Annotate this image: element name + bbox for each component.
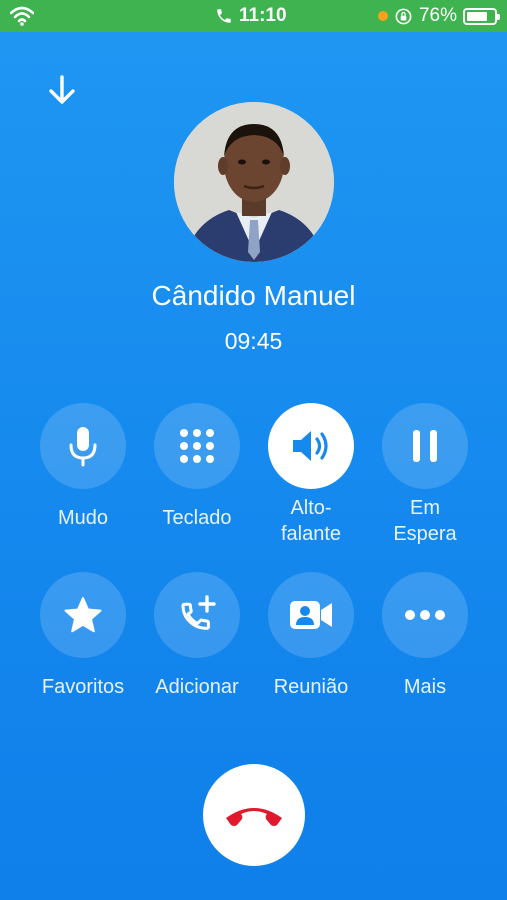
meeting-button-circle[interactable]	[268, 572, 354, 658]
keypad-button-circle[interactable]	[154, 403, 240, 489]
phone-icon	[217, 9, 231, 23]
add-call-icon	[181, 595, 216, 630]
end-call-button[interactable]	[203, 764, 305, 866]
keypad-label: Teclado	[162, 507, 232, 529]
speaker-button-circle[interactable]	[268, 403, 354, 489]
battery-icon	[463, 7, 500, 25]
speaker-icon	[293, 431, 328, 461]
caller-name: Cândido Manuel	[151, 280, 356, 311]
add-call-label: Adicionar	[155, 676, 239, 698]
status-center: 11:10	[215, 0, 287, 32]
battery-fill	[467, 11, 487, 21]
speaker-label: Alto- falante	[280, 497, 342, 545]
call-duration: 09:45	[224, 328, 283, 354]
video-meeting-icon	[290, 601, 332, 629]
meeting-button[interactable]: Reunião	[256, 572, 366, 700]
add-call-button[interactable]: Adicionar	[142, 572, 252, 700]
more-button-circle[interactable]	[382, 572, 468, 658]
more-label: Mais	[403, 676, 447, 698]
keypad-button[interactable]: Teclado	[142, 403, 252, 531]
arrow-down-icon[interactable]	[44, 72, 80, 108]
caller-avatar	[174, 102, 334, 262]
meeting-label: Reunião	[273, 676, 349, 698]
wifi-icon	[10, 6, 34, 26]
favorites-button[interactable]: Favoritos	[28, 572, 138, 700]
add-call-button-circle[interactable]	[154, 572, 240, 658]
star-icon	[64, 597, 102, 633]
speaker-button[interactable]: Alto- falante	[256, 403, 366, 547]
recording-dot	[377, 11, 388, 21]
status-right: 76%	[377, 0, 500, 32]
hang-up-icon	[226, 808, 282, 826]
status-time: 11:10	[239, 5, 287, 26]
rotation-lock-icon	[395, 8, 412, 24]
favorites-button-circle[interactable]	[40, 572, 126, 658]
mute-label: Mudo	[57, 507, 109, 529]
more-icon	[405, 610, 445, 620]
more-button[interactable]: Mais	[370, 572, 480, 700]
pause-icon	[413, 430, 437, 462]
hold-button-circle[interactable]	[382, 403, 468, 489]
status-bar: 11:10 76%	[0, 0, 507, 32]
mute-button-circle[interactable]	[40, 403, 126, 489]
hold-button[interactable]: Em Espera	[370, 403, 480, 547]
battery-percent: 76%	[418, 5, 457, 26]
hold-label: Em Espera	[393, 497, 457, 545]
mute-button[interactable]: Mudo	[28, 403, 138, 531]
keypad-icon	[180, 429, 214, 463]
favorites-label: Favoritos	[41, 676, 125, 698]
microphone-icon	[69, 427, 97, 467]
